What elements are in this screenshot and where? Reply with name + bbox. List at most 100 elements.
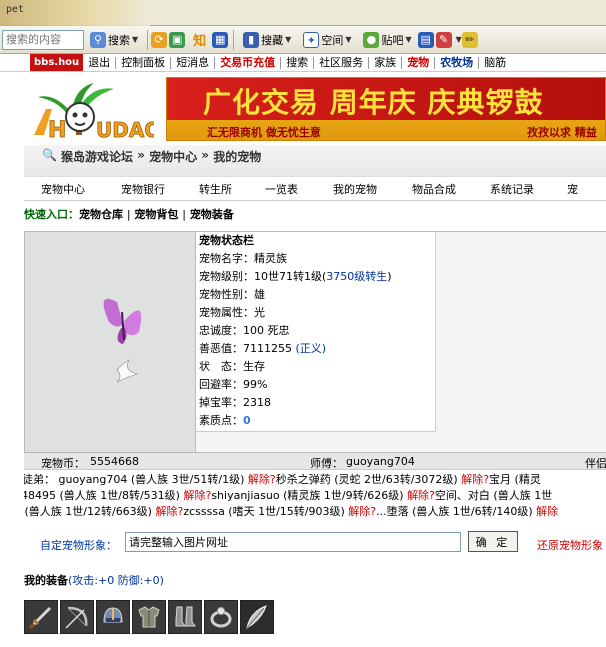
pet-state-value: 生存 — [243, 360, 265, 373]
pet-rebirth-link[interactable]: 3750级转生 — [326, 270, 387, 283]
magnifier-icon: 🔍 — [42, 148, 57, 162]
space-icon: ✦ — [303, 31, 320, 48]
chat-bubble-icon: ● — [363, 31, 380, 48]
boots-icon — [175, 606, 196, 627]
nav-logout[interactable]: 退出 — [83, 56, 117, 69]
restore-image-link[interactable]: 还原宠物形象 — [537, 537, 603, 553]
master-label: 师傅： — [310, 457, 343, 470]
equip-slot-head[interactable] — [96, 600, 130, 634]
equip-slot-ring[interactable] — [204, 600, 238, 634]
custom-image-input[interactable] — [125, 532, 461, 552]
chevron-down-icon[interactable]: ▼ — [345, 35, 351, 44]
pet-morality-link[interactable]: (正义) — [296, 342, 327, 355]
release-link[interactable]: 解除? — [407, 489, 435, 502]
breadcrumb-center[interactable]: 宠物中心 — [149, 148, 197, 176]
site-banner: H UDAO 广化交易 周年庆 庆典锣鼓 汇无限商机 做无忧生意 孜孜以求 精益 — [24, 73, 606, 145]
pet-quality-value[interactable]: 0 — [243, 414, 251, 427]
toolbar-search-button[interactable]: ⚲ 搜索 ▼ — [87, 29, 141, 51]
release-link[interactable]: 解除 — [536, 505, 558, 518]
coin-bar: 宠物币： 5554668 师傅： guoyang704 伴侣 — [24, 453, 606, 470]
equip-slot-feet[interactable] — [168, 600, 202, 634]
release-link[interactable]: 解除? — [155, 505, 183, 518]
pet-status-title: 宠物状态栏 — [199, 234, 254, 247]
release-link[interactable]: 解除? — [248, 473, 276, 486]
disciple-entry[interactable]: guoyang704 (兽人族 3世/51转/1级) — [59, 473, 248, 486]
release-link[interactable]: 解除? — [183, 489, 211, 502]
disciple-entry[interactable]: zcssssa (嗜天 1世/15转/903级) — [183, 505, 348, 518]
equipment-slots — [24, 600, 274, 634]
pet-attr-value: 光 — [254, 306, 265, 319]
disciple-entry[interactable]: shiyanjiasuo (精灵族 1世/9转/626级) — [211, 489, 407, 502]
tab-pet-center[interactable]: 宠物中心 — [41, 181, 85, 197]
equipment-stats: (攻击:+0 防御:+0) — [68, 574, 164, 587]
promo-title: 广化交易 周年庆 庆典锣鼓 — [203, 86, 544, 119]
magnifier-icon: ⚲ — [90, 31, 106, 48]
chevron-down-icon[interactable]: ▼ — [456, 35, 462, 44]
equip-slot-accessory[interactable] — [240, 600, 274, 634]
release-link[interactable]: 解除? — [348, 505, 376, 518]
houdao-logo-icon[interactable]: H UDAO — [32, 79, 154, 141]
release-link[interactable]: 解除? — [461, 473, 489, 486]
nav-family[interactable]: 家族 — [369, 56, 403, 69]
nav-pets[interactable]: 宠物 — [402, 56, 436, 69]
tab-rebirth[interactable]: 转生所 — [199, 181, 232, 197]
sword-icon — [28, 606, 52, 630]
tab-item-synthesis[interactable]: 物品合成 — [412, 181, 456, 197]
disciple-entry[interactable]: ...堕落 (兽人族 1世/6转/140级) — [376, 505, 536, 518]
pet-name-row: 宠物名字：精灵族 — [199, 252, 287, 265]
equip-slot-body[interactable] — [132, 600, 166, 634]
svg-text:UDAO: UDAO — [96, 118, 154, 141]
chevron-down-icon[interactable]: ▼ — [405, 35, 411, 44]
disciple-entry[interactable]: 98248495 (兽人族 1世/8转/531级) — [24, 489, 183, 502]
disciple-entry[interactable]: 空间、对白 (兽人族 1世 — [435, 489, 552, 502]
disciple-entry[interactable]: 453 (兽人族 1世/12转/663级) — [24, 505, 155, 518]
tab-pet-bank[interactable]: 宠物银行 — [121, 181, 165, 197]
refresh-icon[interactable]: ⟳ — [151, 31, 168, 48]
nav-brain[interactable]: 脑筋 — [479, 56, 511, 69]
browser-url-bar[interactable]: pet — [0, 0, 606, 26]
tab-overview[interactable]: 一览表 — [265, 181, 298, 197]
disciple-entry[interactable]: 秒杀之弹药 (灵蛇 2世/63转/3072级) — [276, 473, 461, 486]
promo-banner[interactable]: 广化交易 周年庆 庆典锣鼓 汇无限商机 做无忧生意 孜孜以求 精益 — [166, 77, 606, 141]
tab-more[interactable]: 宠 — [567, 181, 578, 197]
disciples-list: 我的徒弟： guoyang704 (兽人族 3世/51转/1级) 解除?秒杀之弹… — [24, 472, 606, 522]
toolbar-favorites-button[interactable]: ▮ 搜藏 ▼ — [240, 29, 294, 51]
equip-slot-ranged[interactable] — [60, 600, 94, 634]
pet-drop-value: 2318 — [243, 396, 271, 409]
pet-morality-row: 善恶值：7111255 (正义) — [199, 342, 327, 355]
pencil-icon[interactable]: ✏ — [461, 31, 478, 48]
quick-link-equipment[interactable]: 宠物装备 — [190, 208, 234, 221]
image-icon[interactable]: ▣ — [169, 31, 186, 48]
chevron-down-icon[interactable]: ▼ — [285, 35, 291, 44]
master-value[interactable]: guoyang704 — [346, 455, 415, 468]
nav-farm[interactable]: 农牧场 — [435, 56, 480, 69]
pet-loyalty-row: 忠诚度：100 死忠 — [199, 324, 290, 337]
custom-image-label: 自定宠物形象： — [40, 539, 117, 552]
confirm-button[interactable]: 确 定 — [468, 531, 518, 552]
pet-morality-value: 7111255 — [243, 342, 296, 355]
toolbar-space-button[interactable]: ✦ 空间 ▼ — [300, 29, 354, 51]
equipment-title: 我的装备(攻击:+0 防御:+0) — [24, 572, 164, 588]
coin-label: 宠物币： — [41, 457, 85, 470]
disciple-entry[interactable]: 宝月 (精灵 — [489, 473, 541, 486]
tab-system-log[interactable]: 系统记录 — [490, 181, 534, 197]
nav-control-panel[interactable]: 控制面板 — [116, 56, 172, 69]
equip-slot-weapon[interactable] — [24, 600, 58, 634]
quick-link-warehouse[interactable]: 宠物仓库 — [79, 208, 123, 221]
toolbar-zhi-button[interactable]: 知 — [190, 29, 209, 51]
nav-recharge[interactable]: 交易币充值 — [215, 56, 282, 69]
toolbar-search-input[interactable] — [2, 29, 84, 50]
tab-my-pet[interactable]: 我的宠物 — [333, 181, 377, 197]
translate-icon[interactable]: ✎ — [435, 31, 452, 48]
grid-icon[interactable]: ▦ — [212, 31, 229, 48]
breadcrumb-forum[interactable]: 猴岛游戏论坛 — [61, 148, 133, 176]
stats-icon[interactable]: ▤ — [417, 31, 434, 48]
toolbar-tieba-button[interactable]: ● 贴吧 ▼ — [360, 29, 414, 51]
quick-link-backpack[interactable]: 宠物背包 — [134, 208, 178, 221]
nav-search[interactable]: 搜索 — [281, 56, 315, 69]
nav-messages[interactable]: 短消息 — [171, 56, 216, 69]
ring-icon — [210, 607, 232, 628]
chevron-down-icon[interactable]: ▼ — [132, 35, 138, 44]
quick-entry: 快速入口：宠物仓库 | 宠物背包 | 宠物装备 — [24, 206, 606, 224]
nav-community[interactable]: 社区服务 — [314, 56, 370, 69]
